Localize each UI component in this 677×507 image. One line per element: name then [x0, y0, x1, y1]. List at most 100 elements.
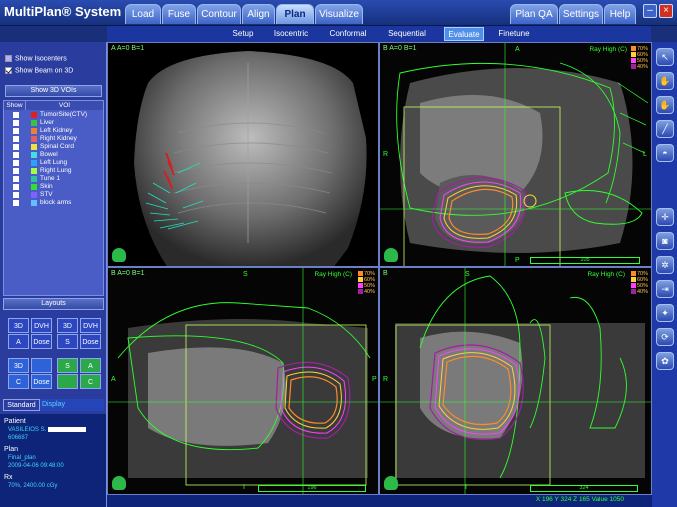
- subtab-conformal[interactable]: Conformal: [327, 27, 369, 41]
- show-isocenters-option[interactable]: Show Isocenters: [5, 55, 67, 62]
- tool-button[interactable]: ✲: [656, 256, 674, 274]
- subtab-sequential[interactable]: Sequential: [385, 27, 429, 41]
- axial-slice-slider[interactable]: 105: [530, 257, 640, 264]
- tab-settings[interactable]: Settings: [559, 4, 603, 24]
- tab-visualize[interactable]: Visualize: [315, 4, 363, 24]
- subtab-finetune[interactable]: Finetune: [496, 27, 532, 41]
- voi-row[interactable]: Right Lung: [4, 167, 104, 175]
- voi-row[interactable]: Left Kidney: [4, 127, 104, 135]
- voi-row[interactable]: Tune 1: [4, 175, 104, 183]
- head-orientation-icon[interactable]: [112, 248, 126, 262]
- layout-dose-button-2[interactable]: Dose: [80, 334, 101, 349]
- voi-show-checkbox[interactable]: [13, 128, 19, 134]
- viewport-axial[interactable]: B A=0 B=1 Ray High (C) 70% 60% 50% 40% A…: [379, 42, 652, 267]
- tab-standard[interactable]: Standard: [3, 399, 40, 411]
- voi-row[interactable]: Right Kidney: [4, 135, 104, 143]
- tool-button[interactable]: ✋: [656, 72, 674, 90]
- sagittal-slice-slider[interactable]: 196: [258, 485, 366, 492]
- tool-button[interactable]: ◓: [656, 144, 674, 162]
- voi-show-checkbox[interactable]: [13, 192, 19, 198]
- voi-show-checkbox[interactable]: [13, 112, 19, 118]
- voi-show-checkbox[interactable]: [13, 136, 19, 142]
- voi-show-checkbox[interactable]: [13, 184, 19, 190]
- tab-plan[interactable]: Plan: [276, 4, 314, 24]
- layout-3d-button[interactable]: 3D: [8, 318, 29, 333]
- layout-3d-button-3[interactable]: 3D: [8, 358, 29, 373]
- voi-show-checkbox[interactable]: [13, 160, 19, 166]
- show-beam-option[interactable]: Show Beam on 3D: [5, 67, 73, 74]
- voi-show-checkbox[interactable]: [13, 152, 19, 158]
- minimize-button[interactable]: –: [643, 4, 657, 18]
- hand-icon: ✋: [659, 76, 671, 86]
- tab-contour[interactable]: Contour: [197, 4, 241, 24]
- show-3d-vois-button[interactable]: Show 3D VOIs: [5, 85, 102, 97]
- head-orientation-icon[interactable]: [112, 476, 126, 490]
- tool-button[interactable]: ✦: [656, 304, 674, 322]
- orient-posterior: P: [372, 376, 377, 383]
- voi-row[interactable]: Skin: [4, 183, 104, 191]
- layout-dose-button[interactable]: Dose: [31, 334, 52, 349]
- tab-display[interactable]: Display: [40, 399, 104, 411]
- voi-show-checkbox[interactable]: [13, 200, 19, 206]
- layout-s-button-3[interactable]: [57, 374, 78, 389]
- viewport-sagittal[interactable]: B A=0 B=1 Ray High (C) 70% 60% 50% 40% S…: [107, 267, 379, 495]
- subtab-evaluate[interactable]: Evaluate: [444, 27, 484, 41]
- patient-name-text: VASILEIOS S.: [8, 427, 47, 434]
- voi-header-voi: VOI: [26, 101, 104, 110]
- tool-button[interactable]: ✿: [656, 352, 674, 370]
- voi-header-show: Show: [4, 101, 26, 110]
- viewport-3d[interactable]: A A=0 B=1: [107, 42, 379, 267]
- head-orientation-icon[interactable]: [384, 248, 398, 262]
- show-isocenters-checkbox[interactable]: [5, 55, 12, 62]
- voi-row[interactable]: block arms: [4, 199, 104, 207]
- tool-button[interactable]: ✛: [656, 208, 674, 226]
- tool-button[interactable]: ↖: [656, 48, 674, 66]
- voi-color-swatch: [31, 192, 37, 198]
- tab-help[interactable]: Help: [604, 4, 636, 24]
- tab-load[interactable]: Load: [125, 4, 161, 24]
- layout-a-button[interactable]: A: [8, 334, 29, 349]
- voi-row[interactable]: TumorSite(CTV): [4, 111, 104, 119]
- head-orientation-icon[interactable]: [384, 476, 398, 490]
- voi-row[interactable]: Left Lung: [4, 159, 104, 167]
- viewport-coronal[interactable]: B Ray High (C) 70% 60% 50% 40% S R I 324: [379, 267, 652, 495]
- tool-button[interactable]: ⟳: [656, 328, 674, 346]
- layout-3d-button-2[interactable]: 3D: [57, 318, 78, 333]
- voi-name: Bowel: [40, 151, 58, 158]
- voi-show-checkbox[interactable]: [13, 176, 19, 182]
- layout-c-button-2[interactable]: C: [80, 374, 101, 389]
- voi-row[interactable]: Bowel: [4, 151, 104, 159]
- tool-button[interactable]: ◙: [656, 232, 674, 250]
- tool-button[interactable]: ╱: [656, 120, 674, 138]
- voi-row[interactable]: Liver: [4, 119, 104, 127]
- layout-dose-button-3[interactable]: Dose: [31, 374, 52, 389]
- voi-name: block arms: [40, 199, 72, 206]
- subtab-setup[interactable]: Setup: [229, 27, 257, 41]
- coronal-slice-slider[interactable]: 324: [530, 485, 638, 492]
- legend-40: 40%: [357, 289, 375, 295]
- layout-dvh-button-3[interactable]: [31, 358, 52, 373]
- layout-c-button[interactable]: C: [8, 374, 29, 389]
- tool-button[interactable]: ⇥: [656, 280, 674, 298]
- tab-plan-qa[interactable]: Plan QA: [510, 4, 558, 24]
- voi-row[interactable]: STV: [4, 191, 104, 199]
- tool-button[interactable]: ✋: [656, 96, 674, 114]
- layout-a-button-2[interactable]: A: [80, 358, 101, 373]
- voi-show-checkbox[interactable]: [13, 120, 19, 126]
- voi-row[interactable]: Spinal Cord: [4, 143, 104, 151]
- show-beam-checkbox[interactable]: [5, 67, 12, 74]
- tab-fuse[interactable]: Fuse: [162, 4, 196, 24]
- multiplan-window: MultiPlan® System Load Fuse Contour Alig…: [0, 0, 677, 507]
- rx-value: 70%, 2400.00 cGy: [8, 483, 58, 489]
- voi-color-swatch: [31, 144, 37, 150]
- subtab-isocentric[interactable]: Isocentric: [271, 27, 311, 41]
- layout-dvh-button-2[interactable]: DVH: [80, 318, 101, 333]
- voi-show-checkbox[interactable]: [13, 144, 19, 150]
- layout-s-button-2[interactable]: S: [57, 358, 78, 373]
- tab-align[interactable]: Align: [242, 4, 275, 24]
- voi-show-checkbox[interactable]: [13, 168, 19, 174]
- export-icon: ⇥: [661, 284, 669, 294]
- close-button[interactable]: ×: [659, 4, 673, 18]
- layout-dvh-button[interactable]: DVH: [31, 318, 52, 333]
- layout-s-button[interactable]: S: [57, 334, 78, 349]
